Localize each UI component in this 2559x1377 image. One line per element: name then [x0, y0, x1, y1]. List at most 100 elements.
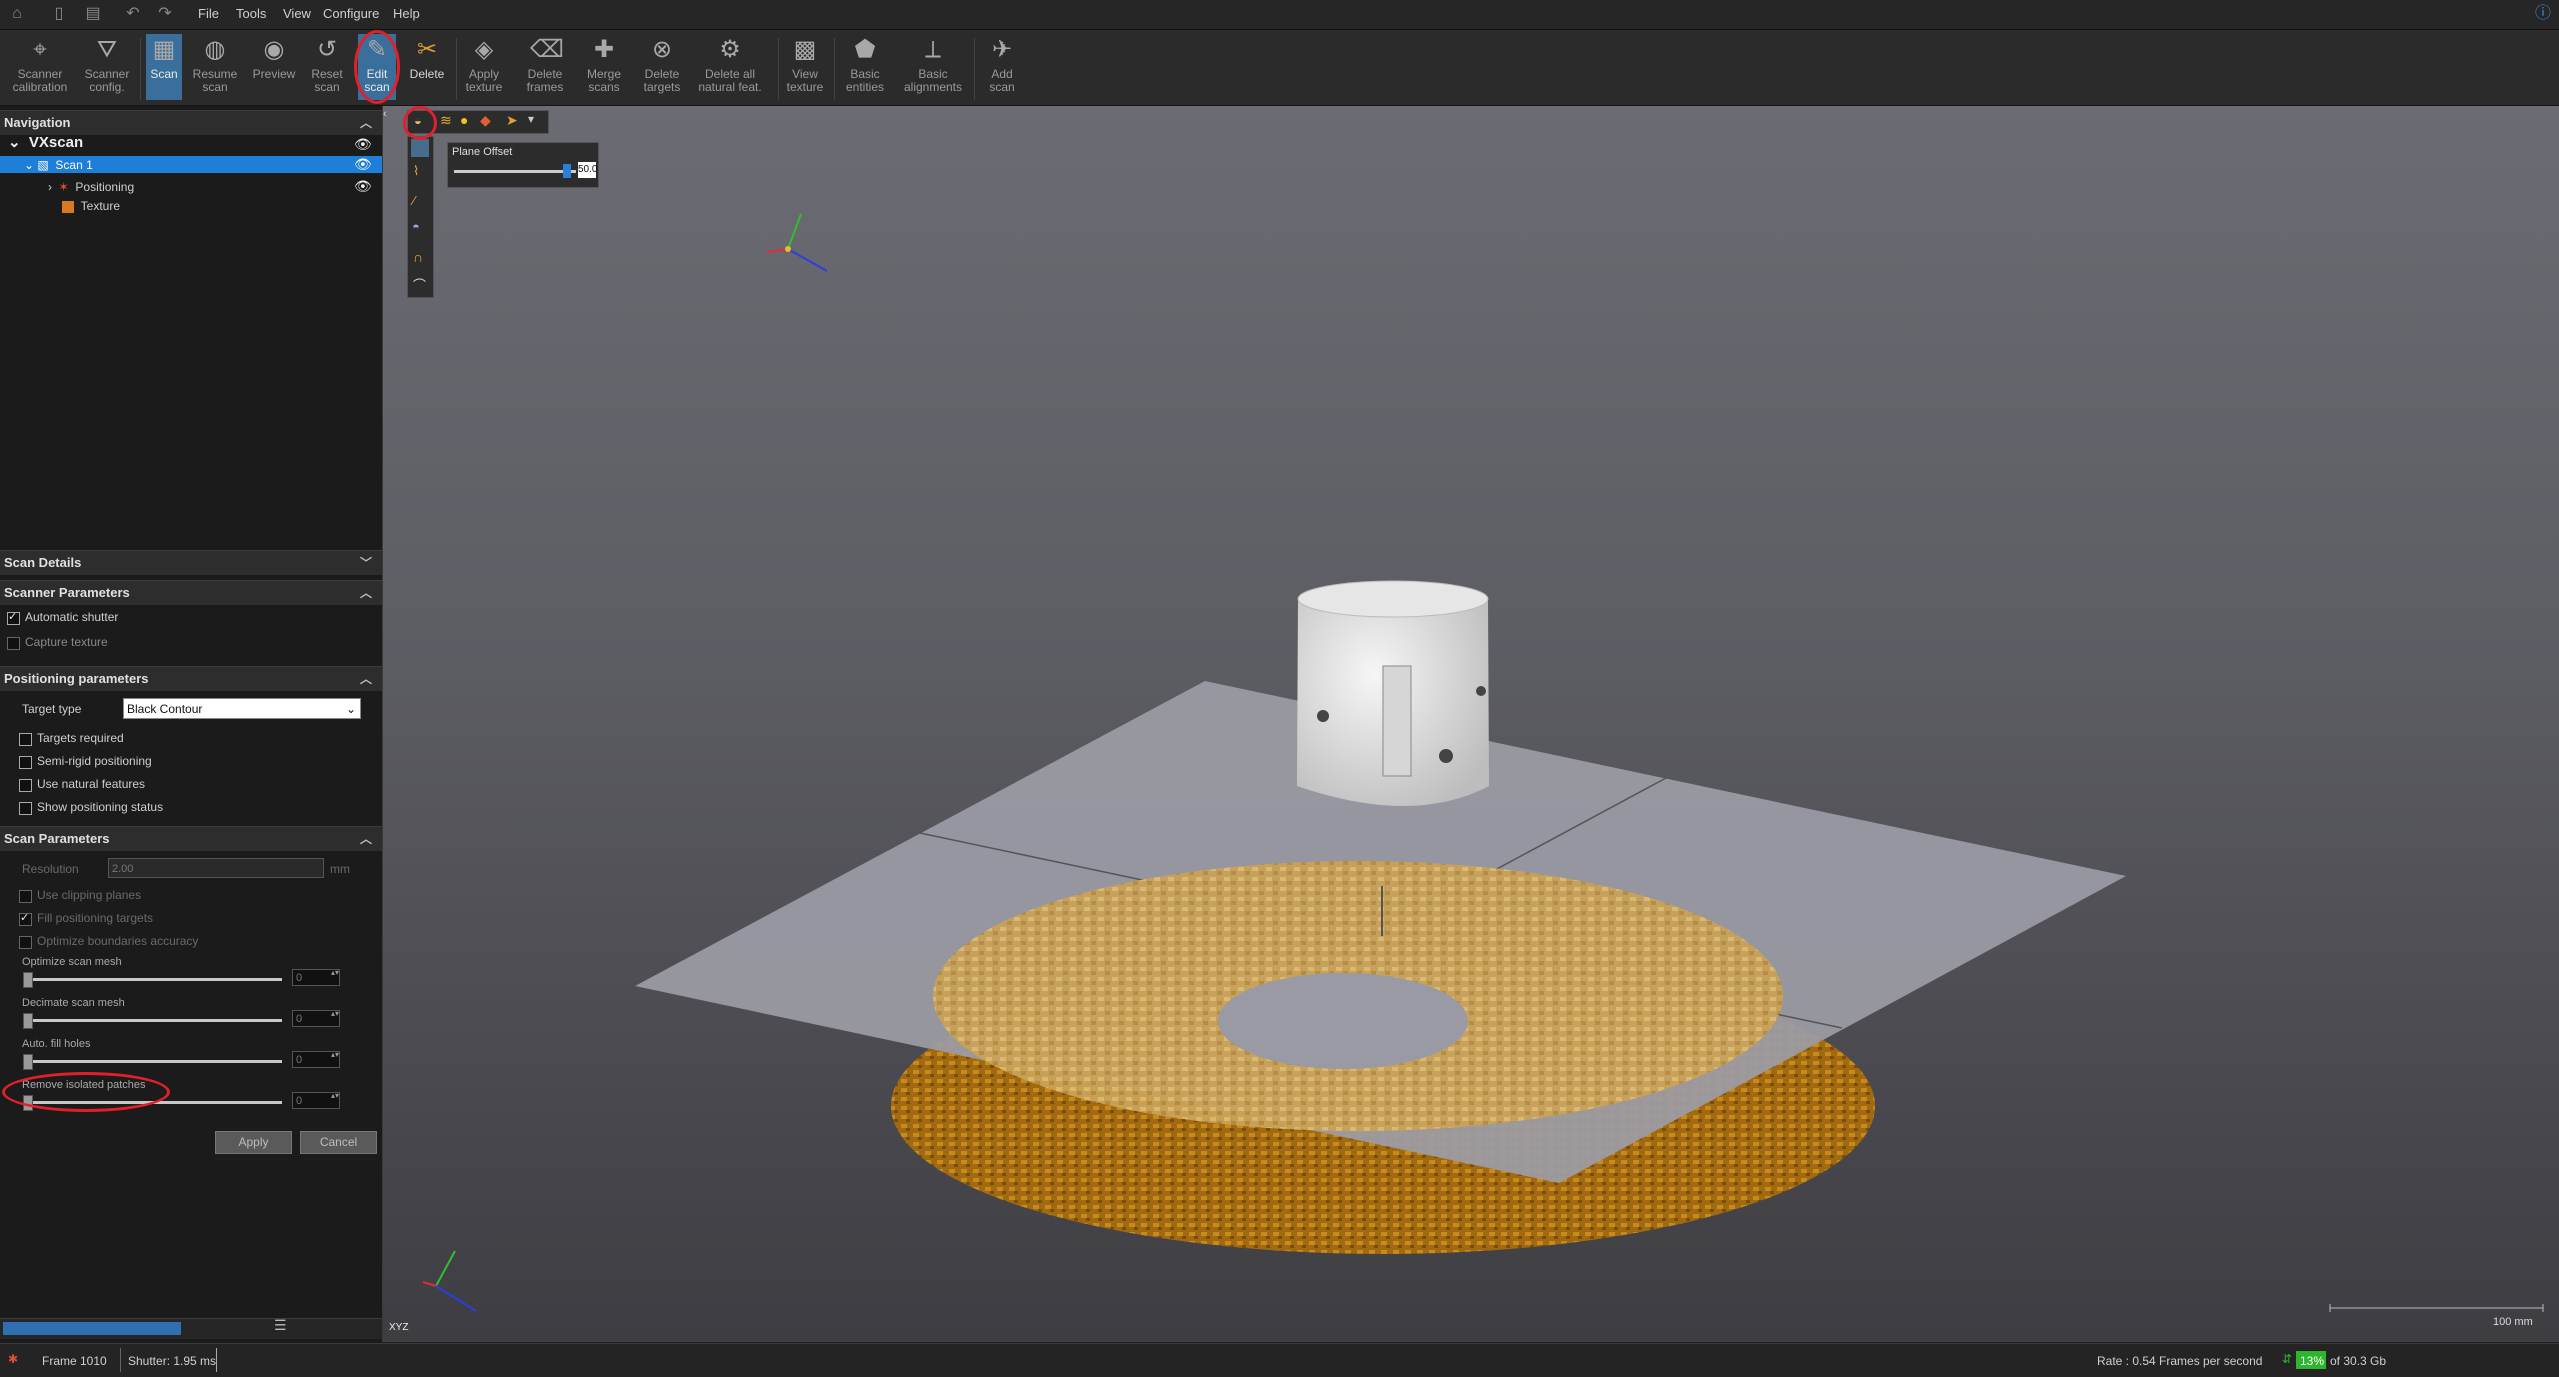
automatic-shutter-checkbox[interactable] [7, 610, 20, 625]
merge-icon: ✚ [593, 36, 615, 63]
arrow-icon[interactable]: ➤ [506, 112, 518, 129]
delete-frames-icon: ⌫ [530, 36, 564, 63]
boundaries-accuracy-checkbox[interactable] [19, 936, 32, 949]
optimize-mesh-slider[interactable] [26, 978, 282, 981]
collapse-toolbar-icon[interactable]: ‹ [383, 108, 387, 120]
collapse-icon: ︿ [359, 672, 372, 686]
info-icon[interactable]: ⓘ [2534, 5, 2552, 23]
decimate-mesh-slider[interactable] [26, 1019, 282, 1022]
preview-button[interactable]: ◉ Preview [246, 34, 302, 100]
tree-item-texture[interactable]: Texture [62, 198, 120, 214]
eye-icon[interactable]: 👁 [354, 136, 372, 153]
resume-scan-button[interactable]: ◍ Resume scan [188, 34, 242, 100]
fill-targets-checkbox[interactable] [19, 911, 32, 926]
new-file-icon[interactable]: ▯ [50, 5, 68, 23]
edit-scan-highlight [354, 30, 400, 104]
targets-required-checkbox[interactable] [19, 733, 32, 746]
basic-alignments-button[interactable]: ⟂ Basic alignments [898, 34, 968, 100]
slider-handle[interactable] [563, 164, 571, 178]
navigation-header[interactable]: Navigation ︿ [0, 110, 382, 135]
tool-highlight [403, 106, 437, 140]
add-scan-button[interactable]: ✈ Add scan [980, 34, 1024, 100]
menu-view[interactable]: View [283, 6, 311, 21]
chevron-down-icon: ⌄ [345, 702, 356, 716]
reset-icon: ↺ [316, 36, 338, 63]
menu-tools[interactable]: Tools [236, 6, 266, 21]
delete-targets-button[interactable]: ⊗ Delete targets [638, 34, 686, 100]
eye-tool-icon[interactable]: ◓ [412, 219, 420, 234]
positioning-parameters-header[interactable]: Positioning parameters ︿ [0, 666, 382, 691]
view-texture-button[interactable]: ▩ View texture [782, 34, 828, 100]
capture-texture-label: Capture texture [25, 635, 108, 649]
tool-active[interactable] [411, 139, 429, 157]
eye-icon[interactable]: 👁 [354, 156, 372, 173]
option-label: Optimize boundaries accuracy [37, 934, 199, 948]
plane-offset-slider[interactable] [454, 170, 576, 173]
brush-icon[interactable]: ⁄ [413, 193, 415, 208]
memory-percent: 13% [2300, 1354, 2325, 1368]
axis-label: XYZ [389, 1322, 409, 1333]
home-icon[interactable]: ⌂ [8, 5, 26, 23]
apply-button[interactable]: Apply [215, 1131, 292, 1154]
delete-frames-button[interactable]: ⌫ Delete frames [520, 34, 570, 100]
menu-help[interactable]: Help [393, 6, 420, 21]
apply-texture-icon: ◈ [474, 36, 494, 63]
menu-configure[interactable]: Configure [323, 6, 379, 21]
plane-offset-input[interactable]: 50.0 [578, 162, 597, 178]
remove-patches-spin[interactable]: 0 [292, 1091, 340, 1109]
decimate-mesh-spin[interactable]: 0 [292, 1009, 340, 1027]
slider-handle[interactable] [23, 972, 33, 988]
undo-icon[interactable]: ↶ [124, 5, 142, 23]
panel-tab-active[interactable] [3, 1322, 181, 1335]
target-type-select[interactable]: Black Contour ⌄ [123, 698, 361, 719]
scan-parameters-header[interactable]: Scan Parameters ︿ [0, 826, 382, 851]
cancel-button[interactable]: Cancel [300, 1131, 377, 1154]
lasso-icon[interactable]: ⌇ [413, 163, 419, 179]
eye-icon[interactable]: 👁 [354, 178, 372, 195]
layers-icon[interactable]: ≋ [440, 112, 452, 129]
scan-icon: ▧ [37, 158, 49, 172]
apply-texture-button[interactable]: ◈ Apply texture [462, 34, 506, 100]
scan-button[interactable]: ▦ Scan [146, 34, 182, 100]
capture-texture-checkbox[interactable] [7, 637, 20, 650]
scanner-icon: ⛛ [96, 36, 118, 63]
circle-icon[interactable]: ● [460, 112, 468, 128]
scanner-parameters-header[interactable]: Scanner Parameters ︿ [0, 580, 382, 605]
delete-natural-features-button[interactable]: ⚙ Delete all natural feat. [694, 34, 766, 100]
basic-entities-button[interactable]: ⬟ Basic entities [840, 34, 890, 100]
scanner-config-button[interactable]: ⛛ Scanner config. [78, 34, 136, 100]
natural-features-checkbox[interactable] [19, 779, 32, 792]
tree-item-positioning[interactable]: › ✶ Positioning [48, 179, 134, 195]
chevron-down-icon: ⌄ [24, 158, 35, 172]
list-icon[interactable]: ☰ [274, 1317, 287, 1334]
tree-root[interactable]: ⌄ VXscan [8, 135, 83, 151]
memory-icon: ⇵ [2282, 1352, 2293, 1366]
3d-viewport[interactable]: ‹ ◒ ≋ ● ◆ ➤ ▾ ⌇ ⁄ ◓ ∩ ⌒ Plane Offset 50.… [383, 106, 2559, 1342]
menu-file[interactable]: File [198, 6, 219, 21]
merge-scans-button[interactable]: ✚ Merge scans [580, 34, 628, 100]
save-icon[interactable]: ▤ [84, 5, 102, 23]
resolution-unit: mm [330, 862, 350, 876]
resolution-input[interactable]: 2.00 [108, 858, 324, 878]
scan-details-header[interactable]: Scan Details ﹀ [0, 550, 382, 575]
chevron-down-icon[interactable]: ▾ [528, 112, 534, 126]
delete-button[interactable]: ✂ Delete [402, 34, 452, 100]
semi-rigid-checkbox[interactable] [19, 756, 32, 769]
curve-icon[interactable]: ⌒ [413, 275, 426, 294]
redo-icon[interactable]: ↷ [156, 5, 174, 23]
fill-holes-spin[interactable]: 0 [292, 1050, 340, 1068]
status-indicator-icon: ✱ [8, 1352, 19, 1366]
reset-scan-button[interactable]: ↺ Reset scan [304, 34, 350, 100]
plane-cut-icon[interactable]: ◆ [480, 112, 491, 129]
status-bar: ✱ Frame 1010 Shutter: 1.95 ms Rate : 0.5… [0, 1343, 2559, 1377]
lock-icon[interactable]: ∩ [413, 249, 423, 265]
chevron-down-icon: ⌄ [8, 134, 21, 151]
scanner-calibration-button[interactable]: ⌖ Scanner calibration [6, 34, 74, 100]
slider-handle[interactable] [23, 1054, 33, 1070]
delete-icon: ✂ [416, 36, 438, 63]
fill-holes-slider[interactable] [26, 1060, 282, 1063]
slider-handle[interactable] [23, 1013, 33, 1029]
optimize-mesh-spin[interactable]: 0 [292, 968, 340, 986]
show-positioning-status-checkbox[interactable] [19, 802, 32, 815]
clipping-planes-checkbox[interactable] [19, 890, 32, 903]
